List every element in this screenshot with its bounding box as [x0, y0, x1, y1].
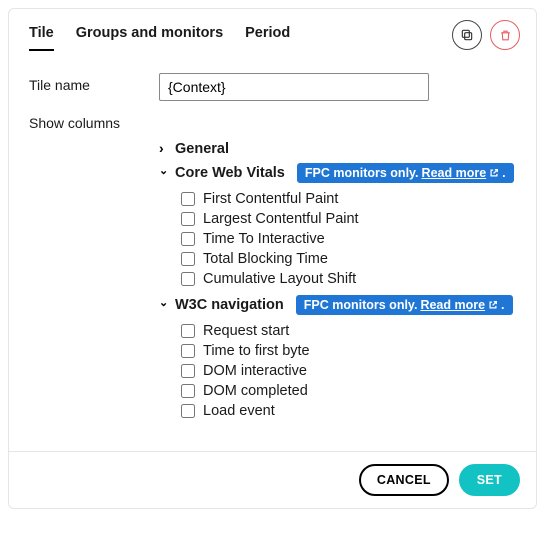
list-item: Time to first byte	[181, 341, 516, 361]
checkbox-ttfb[interactable]	[181, 344, 195, 358]
cwv-read-more-link[interactable]: Read more	[422, 166, 487, 180]
copy-button[interactable]	[452, 20, 482, 50]
checkbox-tbt[interactable]	[181, 252, 195, 266]
item-label: Largest Contentful Paint	[203, 211, 359, 227]
checkbox-lcp[interactable]	[181, 212, 195, 226]
tile-name-input[interactable]	[159, 73, 429, 101]
tab-period[interactable]: Period	[245, 19, 290, 51]
body: Tile name Show columns General Core Web …	[9, 51, 536, 451]
w3c-read-more-link[interactable]: Read more	[420, 298, 485, 312]
item-label: Time To Interactive	[203, 231, 325, 247]
item-label: First Contentful Paint	[203, 191, 338, 207]
section-w3c-title: W3C navigation	[175, 297, 284, 313]
list-item: Request start	[181, 321, 516, 341]
tab-groups-monitors[interactable]: Groups and monitors	[76, 19, 223, 51]
cancel-button[interactable]: CANCEL	[359, 464, 449, 496]
footer: CANCEL SET	[9, 451, 536, 508]
list-item: DOM completed	[181, 381, 516, 401]
w3c-list: Request start Time to first byte DOM int…	[181, 321, 516, 421]
checkbox-dom-completed[interactable]	[181, 384, 195, 398]
checkbox-dom-interactive[interactable]	[181, 364, 195, 378]
row-show-columns: Show columns	[29, 111, 516, 131]
w3c-badge-prefix: FPC monitors only.	[304, 298, 418, 312]
copy-icon	[460, 28, 474, 42]
tile-settings-panel: Tile Groups and monitors Period	[8, 8, 537, 509]
item-label: DOM completed	[203, 383, 308, 399]
list-item: First Contentful Paint	[181, 189, 516, 209]
header: Tile Groups and monitors Period	[9, 9, 536, 51]
cwv-badge-prefix: FPC monitors only.	[305, 166, 419, 180]
list-item: DOM interactive	[181, 361, 516, 381]
w3c-badge: FPC monitors only. Read more .	[296, 295, 513, 315]
checkbox-cls[interactable]	[181, 272, 195, 286]
list-item: Time To Interactive	[181, 229, 516, 249]
header-actions	[452, 20, 520, 50]
trash-icon	[499, 29, 512, 42]
item-label: Time to first byte	[203, 343, 310, 359]
section-cwv-title: Core Web Vitals	[175, 165, 285, 181]
checkbox-fcp[interactable]	[181, 192, 195, 206]
item-label: Cumulative Layout Shift	[203, 271, 356, 287]
cwv-badge: FPC monitors only. Read more .	[297, 163, 514, 183]
section-cwv-header[interactable]: Core Web Vitals FPC monitors only. Read …	[159, 163, 516, 183]
section-w3c-header[interactable]: W3C navigation FPC monitors only. Read m…	[159, 295, 516, 315]
chevron-right-icon	[159, 141, 169, 157]
item-label: Total Blocking Time	[203, 251, 328, 267]
chevron-down-icon	[159, 167, 169, 180]
list-item: Largest Contentful Paint	[181, 209, 516, 229]
list-item: Cumulative Layout Shift	[181, 269, 516, 289]
delete-button[interactable]	[490, 20, 520, 50]
label-show-columns: Show columns	[29, 111, 159, 131]
row-tile-name: Tile name	[29, 73, 516, 101]
section-general-header[interactable]: General	[159, 141, 516, 157]
chevron-down-icon	[159, 299, 169, 312]
list-item: Total Blocking Time	[181, 249, 516, 269]
external-link-icon	[489, 168, 499, 178]
cwv-list: First Contentful Paint Largest Contentfu…	[181, 189, 516, 289]
columns-area: General Core Web Vitals FPC monitors onl…	[159, 141, 516, 421]
set-button[interactable]: SET	[459, 464, 520, 496]
list-item: Load event	[181, 401, 516, 421]
item-label: Request start	[203, 323, 289, 339]
label-tile-name: Tile name	[29, 73, 159, 93]
checkbox-load-event[interactable]	[181, 404, 195, 418]
checkbox-request-start[interactable]	[181, 324, 195, 338]
tab-tile[interactable]: Tile	[29, 19, 54, 51]
tabs: Tile Groups and monitors Period	[29, 19, 290, 51]
section-general-title: General	[175, 141, 229, 157]
external-link-icon	[488, 300, 498, 310]
item-label: DOM interactive	[203, 363, 307, 379]
item-label: Load event	[203, 403, 275, 419]
checkbox-tti[interactable]	[181, 232, 195, 246]
